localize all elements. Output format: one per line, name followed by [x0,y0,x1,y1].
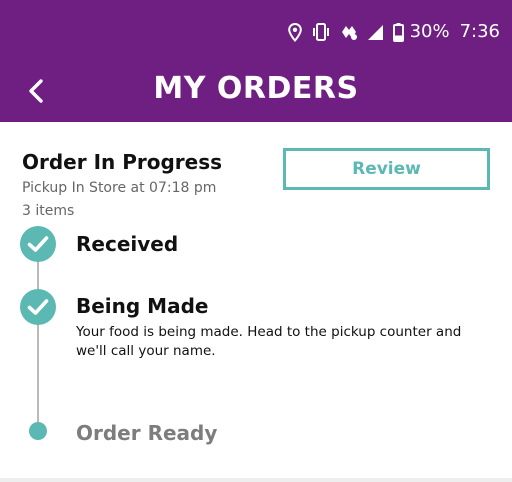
page-title: MY ORDERS [153,71,359,106]
status-icons: 30% 7:36 [287,19,500,45]
step-received-check-icon [20,226,56,262]
app-bar: MY ORDERS [0,62,512,122]
bottom-divider [0,478,512,482]
status-bar: 30% 7:36 [0,0,512,62]
location-icon [287,22,302,42]
items-count: 3 items [22,203,75,219]
step-being-made-description: Your food is being made. Head to the pic… [76,324,462,359]
pickup-time: Pickup In Store at 07:18 pm [22,180,217,196]
step-order-ready-dot [29,422,47,440]
vibrate-icon [311,23,331,41]
data-saver-icon [340,23,358,41]
signal-icon [367,24,384,41]
timeline-line [37,245,39,431]
battery-percent: 30% [409,21,450,42]
battery-icon [392,22,404,42]
review-button[interactable]: Review [283,148,490,190]
step-being-made-check-icon [20,289,56,325]
clock: 7:36 [459,21,500,42]
step-order-ready-label: Order Ready [76,421,218,445]
order-status-title: Order In Progress [22,150,223,174]
orders-screen: 30% 7:36 MY ORDERS Order In Progress Pic… [0,0,512,482]
step-being-made-label: Being Made [76,294,209,318]
step-received-label: Received [76,232,179,256]
